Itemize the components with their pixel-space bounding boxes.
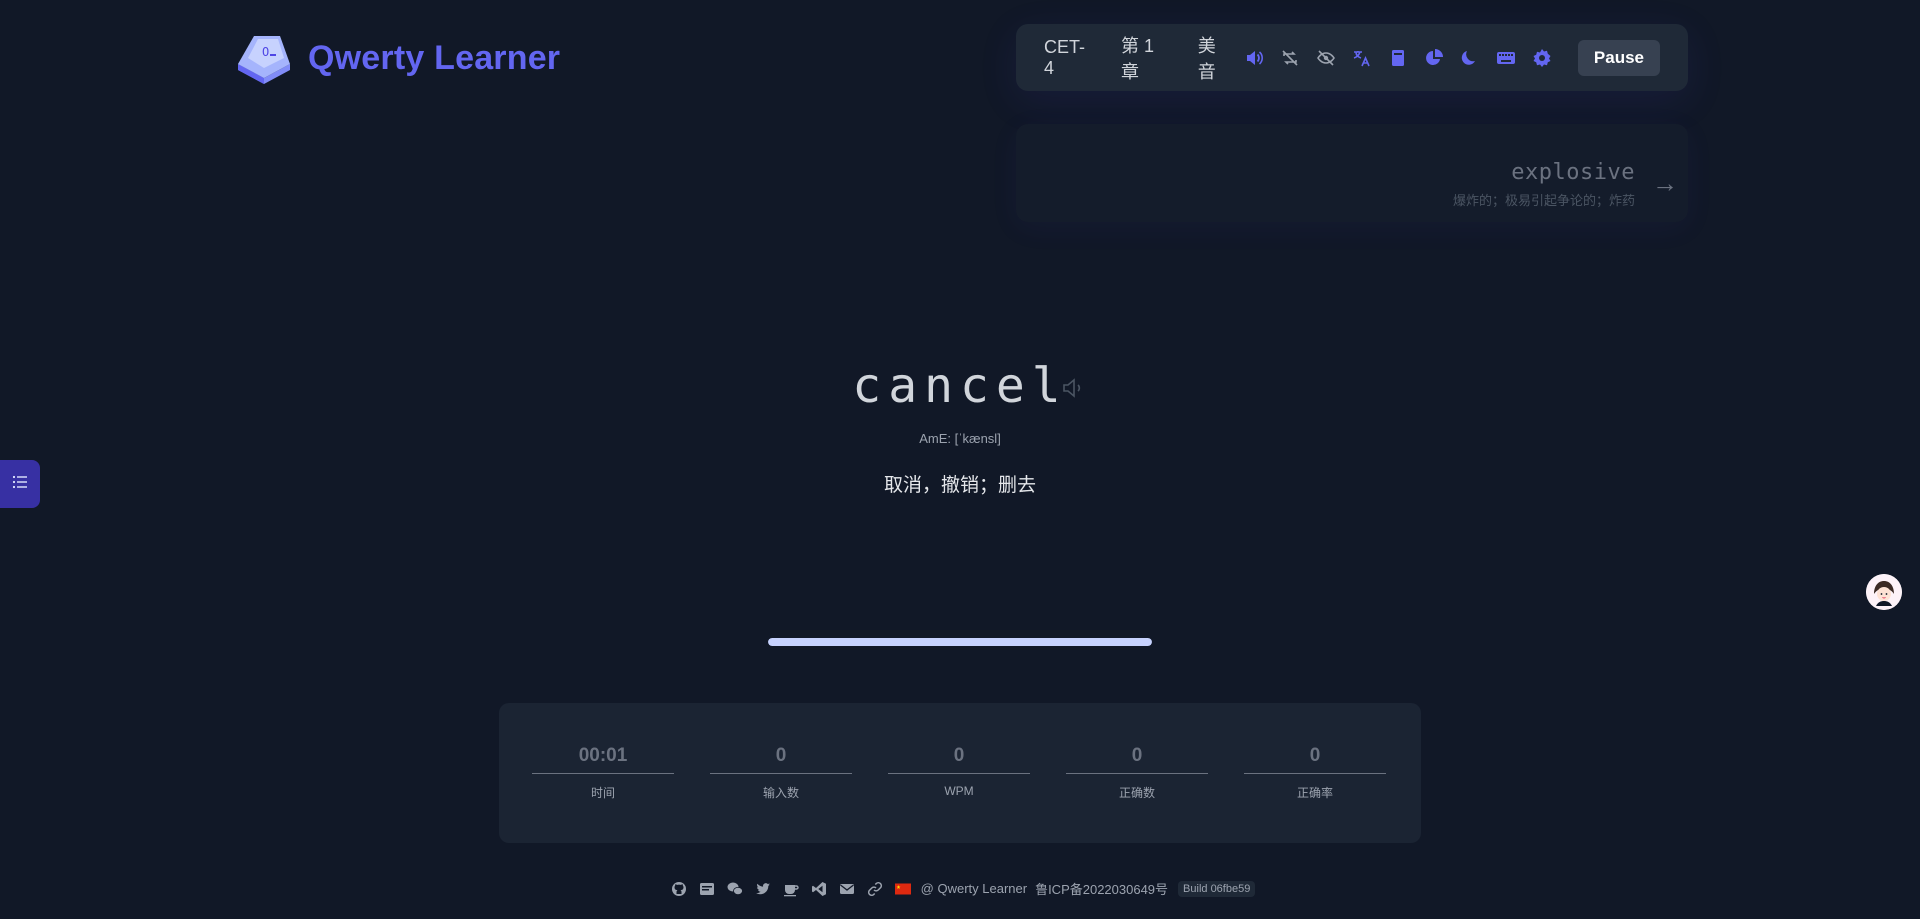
hide-word-icon[interactable] [1316,48,1336,68]
next-word-translation: 爆炸的；极易引起争论的；炸药 [1452,193,1635,208]
app-title: Qwerty Learner [308,38,561,77]
github-icon[interactable] [670,880,688,898]
wechat-icon[interactable] [726,880,744,898]
progress-bar [768,638,1152,646]
stats-panel: 00:01 时间 0 输入数 0 WPM 0 正确数 0 正确率 [499,703,1421,843]
arrow-right-icon[interactable]: → [1652,168,1678,199]
stat-label: 时间 [590,786,615,800]
analysis-chart-icon[interactable] [1424,48,1444,68]
stat-input-count: 0 输入数 [710,703,852,843]
stat-time: 00:01 时间 [532,703,674,843]
blog-icon[interactable] [698,880,716,898]
twitter-icon[interactable] [754,880,772,898]
next-word-card[interactable]: explosive 爆炸的；极易引起争论的；炸药 → [1016,124,1688,222]
stat-label: WPM [944,784,974,798]
settings-gear-icon[interactable] [1532,48,1552,68]
list-icon [11,473,29,496]
stat-label: 正确率 [1296,786,1333,800]
accent-selector[interactable]: 美音 [1198,32,1224,84]
svg-text:O: O [262,45,269,59]
avatar[interactable] [1866,574,1902,610]
next-word: explosive [1511,160,1635,185]
dictionary-selector[interactable]: CET-4 [1044,37,1085,79]
keycap-logo-icon: O [232,30,296,86]
word-list-toggle[interactable] [0,460,40,508]
phonetic: AmE: [ˈkænsl] [919,431,1001,446]
icp-record[interactable]: 鲁ICP备2022030649号 [1035,879,1168,898]
stat-correct-count: 0 正确数 [1066,703,1208,843]
stat-value: 0 [1066,745,1208,774]
current-word-container: cancel [0,358,1920,414]
link-icon[interactable] [866,880,884,898]
progress-fill [768,638,1152,646]
stat-value: 0 [1244,745,1386,774]
stat-value: 00:01 [532,745,674,774]
loop-icon[interactable] [1280,48,1300,68]
dictionary-book-icon[interactable] [1388,48,1408,68]
chapter-selector[interactable]: 第 1 章 [1121,32,1162,84]
pronounce-speaker-icon[interactable] [1060,375,1086,401]
stat-label: 输入数 [762,786,799,800]
vscode-icon[interactable] [810,880,828,898]
pause-button[interactable]: Pause [1577,39,1660,76]
mail-icon[interactable] [838,880,856,898]
keyboard-icon[interactable] [1496,48,1516,68]
current-word: cancel [852,358,1068,414]
dark-mode-icon[interactable] [1460,48,1480,68]
copyright-text[interactable]: @ Qwerty Learner [921,881,1027,896]
build-badge: Build 06fbe59 [1178,880,1256,897]
stat-value: 0 [710,745,852,774]
coffee-icon[interactable] [782,880,800,898]
stat-wpm: 0 WPM [888,703,1030,843]
word-translation: 取消，撤销；删去 [883,475,1036,496]
app-logo[interactable]: O Qwerty Learner [232,30,560,86]
stat-label: 正确数 [1118,786,1155,800]
stat-accuracy: 0 正确率 [1244,703,1386,843]
top-toolbar: CET-4 第 1 章 美音 Pause [1016,24,1688,91]
sound-icon[interactable] [1244,48,1264,68]
china-flag-icon[interactable] [894,880,912,898]
translation-icon[interactable] [1352,48,1372,68]
footer: @ Qwerty Learner 鲁ICP备2022030649号 Build … [0,879,1920,898]
stat-value: 0 [888,745,1030,774]
